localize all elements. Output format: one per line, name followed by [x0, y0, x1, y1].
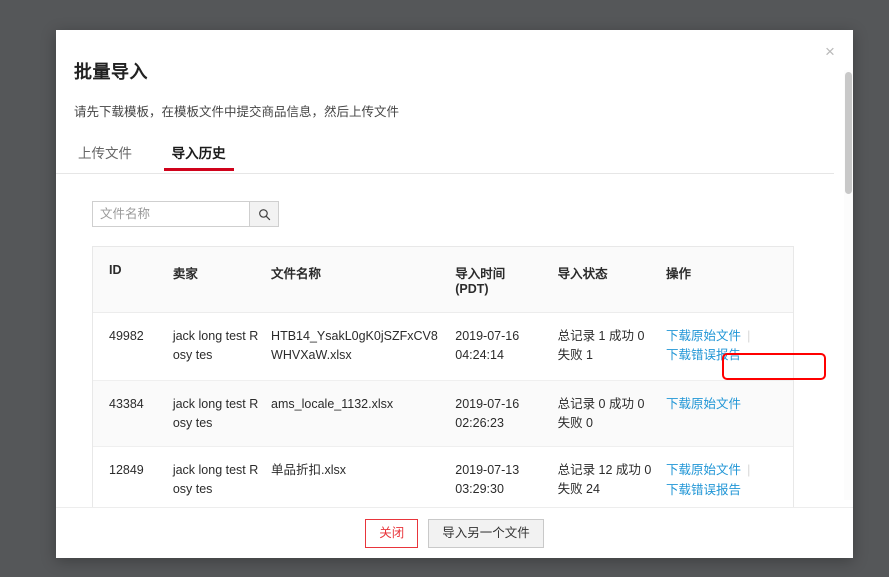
dialog-tabs: 上传文件 导入历史: [56, 142, 834, 174]
cell-status-line2: 失败 0: [557, 415, 594, 430]
cell-import-time: 2019-07-16 02:26:23: [455, 380, 558, 448]
column-header-import-time-line1: 导入时间: [455, 267, 506, 281]
action-line: 下载错误报告: [666, 481, 787, 500]
column-header-filename: 文件名称: [271, 247, 456, 313]
close-button[interactable]: 关闭: [365, 518, 419, 548]
import-history-table-container: ID 卖家 文件名称 导入时间 (PDT) 导入状态 操作 49982 jack…: [92, 246, 794, 508]
download-source-file-link[interactable]: 下载原始文件: [666, 329, 741, 343]
search-box: [92, 201, 279, 227]
cell-status-line1: 总记录 12 成功 0: [557, 463, 652, 478]
tab-upload-file[interactable]: 上传文件: [74, 142, 136, 171]
download-source-file-link[interactable]: 下载原始文件: [666, 463, 741, 477]
action-divider: |: [747, 329, 751, 343]
cell-import-date: 2019-07-16: [455, 329, 520, 343]
table-row: 49982 jack long test Rosy tes HTB14_Ysak…: [93, 312, 793, 381]
cell-filename: HTB14_YsakL0gK0jSZFxCV8WHVXaW.xlsx: [271, 312, 456, 381]
cell-status-line2: 失败 24: [557, 482, 600, 496]
download-source-file-link[interactable]: 下载原始文件: [666, 397, 741, 411]
cell-import-time: 2019-07-16 04:24:14: [455, 312, 558, 381]
cell-status-line1: 总记录 0 成功 0: [557, 396, 645, 411]
cell-seller: jack long test Rosy tes: [172, 446, 272, 508]
column-header-actions: 操作: [666, 247, 793, 313]
column-header-import-time-line2: (PDT): [455, 282, 489, 296]
import-another-file-button[interactable]: 导入另一个文件: [428, 518, 544, 548]
action-divider: |: [747, 463, 751, 478]
action-line: 下载原始文件 |: [666, 327, 787, 346]
column-header-import-status: 导入状态: [557, 247, 667, 313]
table-row: 12849 jack long test Rosy tes 单品折扣.xlsx …: [93, 446, 793, 508]
cell-status-line1: 总记录 1 成功 0: [557, 329, 645, 343]
download-error-report-link[interactable]: 下载错误报告: [666, 483, 741, 497]
action-line: 下载原始文件 |: [666, 461, 787, 480]
dialog-scrollbar-thumb[interactable]: [845, 72, 852, 194]
cell-actions: 下载原始文件 | 下载错误报告: [666, 446, 793, 508]
cell-status-line2: 失败 1: [557, 347, 594, 362]
cell-filename: ams_locale_1132.xlsx: [271, 380, 456, 448]
dialog-title: 批量导入: [74, 62, 148, 82]
dialog-body: 批量导入 请先下载模板，在模板文件中提交商品信息，然后上传文件 上传文件 导入历…: [56, 30, 845, 508]
cell-import-date: 2019-07-13: [455, 463, 520, 478]
dialog-subtitle: 请先下载模板，在模板文件中提交商品信息，然后上传文件: [74, 105, 400, 119]
action-line: 下载错误报告: [666, 346, 787, 365]
cell-import-time: 2019-07-13 03:29:30: [455, 446, 558, 508]
cell-import-status: 总记录 0 成功 0 失败 0: [557, 380, 667, 448]
cell-id: 43384: [93, 380, 173, 448]
cell-actions: 下载原始文件 | 下载错误报告: [666, 312, 793, 381]
cell-id: 49982: [93, 312, 173, 381]
cell-import-clock: 02:26:23: [455, 415, 504, 430]
search-input[interactable]: [93, 202, 249, 226]
column-header-seller: 卖家: [172, 247, 272, 313]
search-icon: [258, 208, 270, 220]
bulk-import-dialog: × 批量导入 请先下载模板，在模板文件中提交商品信息，然后上传文件 上传文件 导…: [56, 30, 853, 558]
column-header-import-time: 导入时间 (PDT): [455, 247, 558, 313]
cell-import-status: 总记录 12 成功 0 失败 24: [557, 446, 667, 508]
cell-import-status: 总记录 1 成功 0 失败 1: [557, 312, 667, 381]
table-row: 43384 jack long test Rosy tes ams_locale…: [93, 380, 793, 448]
cell-seller: jack long test Rosy tes: [172, 380, 272, 448]
cell-id: 12849: [93, 446, 173, 508]
cell-actions: 下载原始文件: [666, 380, 793, 448]
cell-seller: jack long test Rosy tes: [172, 312, 272, 381]
cell-import-clock: 03:29:30: [455, 482, 504, 496]
column-header-id: ID: [93, 247, 173, 313]
table-header-row: ID 卖家 文件名称 导入时间 (PDT) 导入状态 操作: [93, 247, 793, 313]
search-row: [56, 174, 845, 227]
cell-import-date: 2019-07-16: [455, 396, 520, 411]
download-error-report-link[interactable]: 下载错误报告: [666, 348, 741, 362]
cell-import-clock: 04:24:14: [455, 347, 504, 362]
action-line: 下载原始文件: [666, 395, 787, 414]
tab-import-history[interactable]: 导入历史: [163, 142, 234, 171]
search-button[interactable]: [249, 202, 278, 226]
page-root: 品ID × 批量导入 请先下载模板，在模板文件中提交商品信息，然后上传文件 上传…: [0, 0, 889, 577]
import-history-table: ID 卖家 文件名称 导入时间 (PDT) 导入状态 操作 49982 jack…: [93, 247, 793, 508]
cell-filename: 单品折扣.xlsx: [271, 446, 456, 508]
dialog-footer: 关闭 导入另一个文件: [56, 507, 853, 558]
